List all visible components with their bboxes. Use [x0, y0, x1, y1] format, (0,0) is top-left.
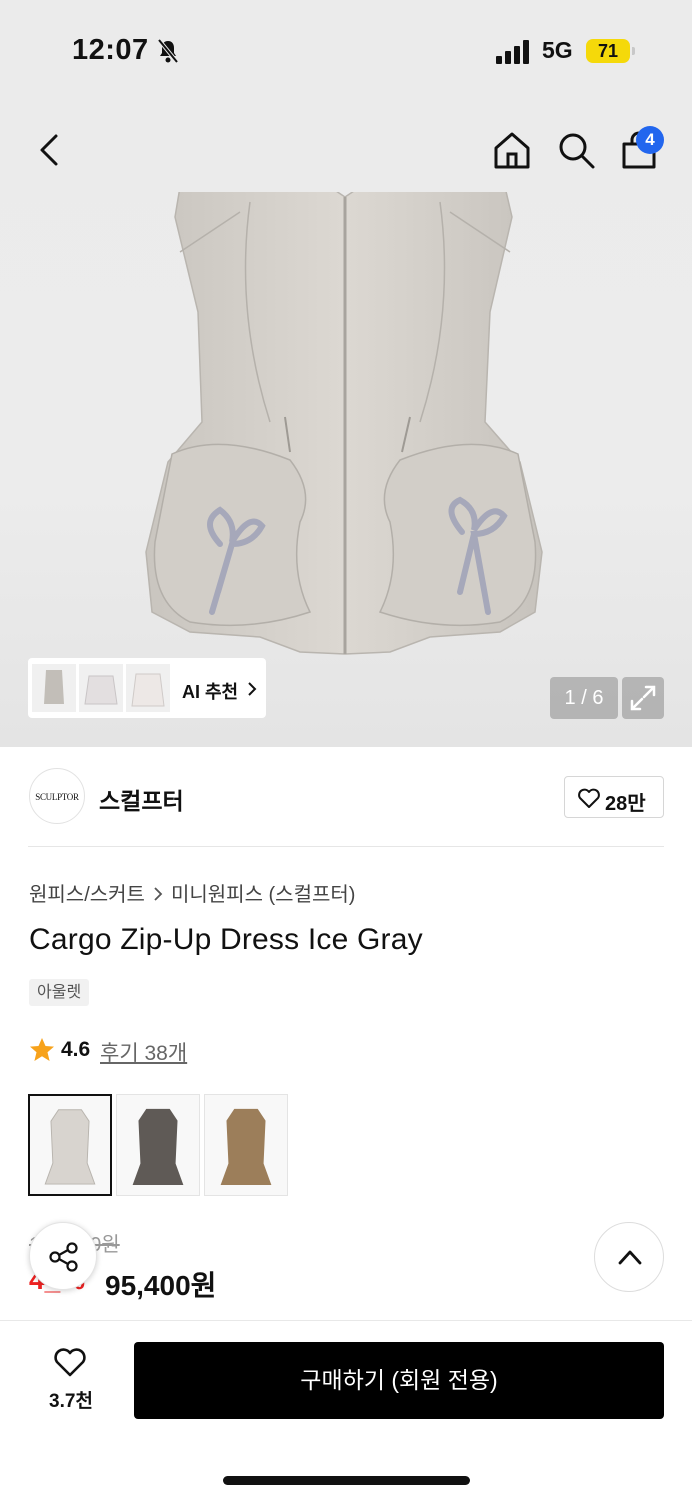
chevron-right-icon [248, 682, 257, 696]
breadcrumb-category[interactable]: 원피스/스커트 [29, 884, 145, 906]
ai-thumb-1 [32, 664, 76, 712]
image-pager: 1 / 6 [550, 677, 618, 719]
expand-icon [630, 685, 656, 711]
share-button[interactable] [29, 1222, 97, 1290]
ai-thumb-3 [126, 664, 170, 712]
color-swatch-charcoal[interactable] [116, 1094, 200, 1196]
chevron-right-icon [154, 887, 163, 901]
wishlist-heart-icon[interactable] [52, 1346, 88, 1378]
divider [28, 846, 664, 847]
ai-thumb-2 [79, 664, 123, 712]
brand-like-count: 28만 [605, 793, 646, 815]
status-bar: 12:07 5G 71 [0, 0, 692, 100]
chevron-up-icon [618, 1250, 642, 1265]
breadcrumb-subcategory[interactable]: 미니원피스 (스컬프터) [171, 884, 355, 906]
sale-price: 95,400원 [105, 1270, 217, 1301]
product-title: Cargo Zip-Up Dress Ice Gray [29, 923, 423, 956]
bell-muted-icon [157, 38, 179, 64]
bottom-bar-divider [0, 1320, 692, 1321]
home-indicator [223, 1476, 470, 1485]
outlet-tag: 아울렛 [29, 979, 90, 1006]
ai-recommend-label: AI 추천 [182, 682, 239, 702]
wishlist-count: 3.7천 [49, 1391, 93, 1412]
cart-count-badge: 4 [636, 126, 664, 154]
breadcrumb: 원피스/스커트 미니원피스 (스컬프터) [29, 878, 355, 907]
star-icon [30, 1038, 54, 1061]
network-label: 5G [542, 37, 573, 63]
color-swatch-camel[interactable] [204, 1094, 288, 1196]
share-icon [49, 1242, 78, 1272]
scroll-top-button[interactable] [594, 1222, 664, 1292]
product-image [145, 192, 543, 655]
product-image-gallery[interactable]: 4 AI 추천 1 / 6 [0, 100, 692, 747]
color-swatch-ice-gray[interactable] [28, 1094, 112, 1196]
reviews-link[interactable]: 후기 38개 [100, 1037, 187, 1067]
signal-icon [496, 40, 529, 64]
ai-recommend-button[interactable]: AI 추천 [28, 658, 266, 718]
brand-logo[interactable]: SCULPTOR [29, 768, 85, 824]
search-icon[interactable] [556, 130, 596, 170]
battery-tip [632, 47, 635, 55]
rating-value: 4.6 [61, 1038, 91, 1061]
battery-indicator: 71 [586, 39, 630, 63]
heart-icon [578, 788, 600, 808]
expand-button[interactable] [622, 677, 664, 719]
brand-like-button[interactable]: 28만 [564, 776, 664, 818]
back-icon[interactable] [34, 132, 64, 168]
status-time: 12:07 [72, 34, 149, 66]
home-icon[interactable] [492, 130, 532, 170]
buy-button[interactable]: 구매하기 (회원 전용) [134, 1342, 664, 1419]
brand-name[interactable]: 스컬프터 [99, 782, 184, 816]
